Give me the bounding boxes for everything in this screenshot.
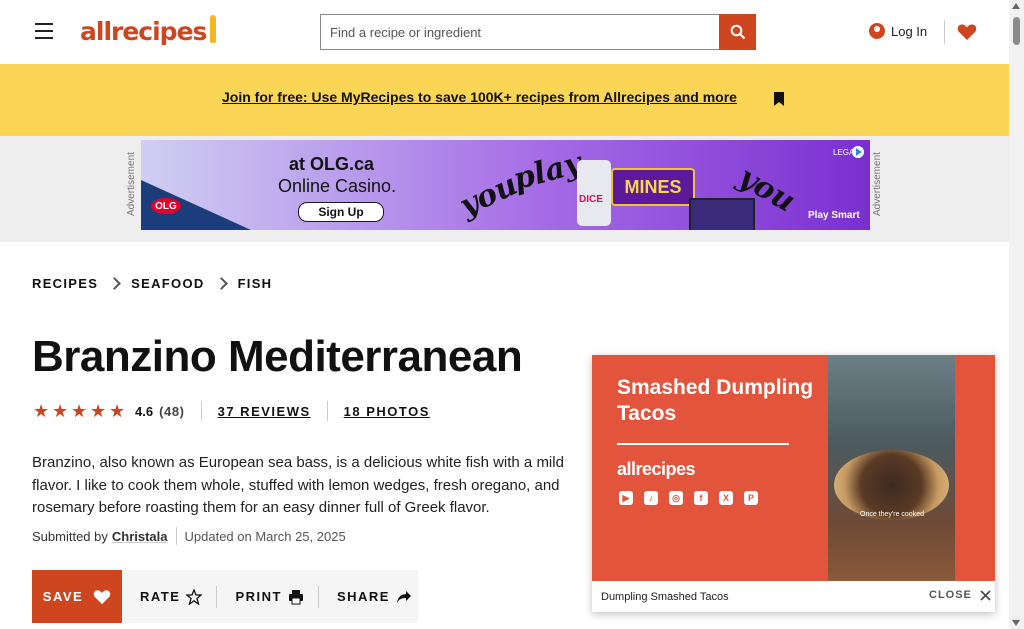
heart-icon [957,24,977,40]
star-icon: ★ [90,401,107,421]
half-star-icon: ★ [109,401,126,421]
menu-icon[interactable] [30,18,58,44]
tablet-graphic [689,198,755,230]
scrollbar-thumb[interactable] [1013,17,1020,45]
youtube-icon: ▶ [619,491,633,505]
photos-link[interactable]: 18 PHOTOS [344,404,430,419]
breadcrumb: Recipes Seafood Fish [32,276,272,291]
star-icon: ★ [52,401,69,421]
logo-mark [210,15,217,43]
phone-graphic [577,160,611,226]
byline: Submitted by Christala Updated on March … [32,527,346,545]
video-close-button[interactable]: CLOSE [929,589,991,601]
advertisement[interactable]: OLG at OLG.ca Online Casino. Sign Up you… [141,140,870,230]
reviews-link[interactable]: 37 REVIEWS [218,404,311,419]
video-frame [828,355,955,581]
facebook-icon: f [694,491,708,505]
ad-word-play: play [509,145,586,198]
close-label: CLOSE [929,589,972,601]
ad-dice-label: DICE [579,194,603,205]
share-arrow-icon [396,590,411,603]
divider [317,585,319,608]
video-player[interactable]: Smashed Dumpling Tacos allrecipes ▶ ♪ ◎ … [592,355,995,612]
divider [326,401,328,421]
updated-date: Updated on March 25, 2025 [184,528,346,544]
printer-icon [288,589,303,604]
author-link[interactable]: Christala [112,529,168,544]
close-icon [980,589,991,601]
login-label: Log In [891,23,928,39]
save-button[interactable]: SAVE [32,570,122,623]
video-caption: Dumpling Smashed Tacos [601,591,729,603]
divider [200,401,202,421]
ad-label-right: Advertisement [872,152,883,216]
video-subtitle: Once they're cooked [860,511,924,518]
tiktok-icon: ♪ [644,491,658,505]
scroll-up-arrow[interactable] [1012,3,1020,9]
video-title-card: Smashed Dumpling Tacos allrecipes ▶ ♪ ◎ … [592,355,828,581]
ad-mines-label: MINES [611,168,695,206]
print-button[interactable]: PRINT [235,589,304,605]
pinterest-icon: P [744,491,758,505]
logo-text: allrecipes [80,16,207,46]
heart-icon [94,589,111,604]
breadcrumb-recipes[interactable]: Recipes [32,276,98,291]
breadcrumb-fish[interactable]: Fish [238,276,273,291]
promo-link[interactable]: Join for free: Use MyRecipes to save 100… [222,89,737,105]
search-icon [730,24,745,40]
divider [175,527,177,545]
video-edge [955,355,995,581]
search-button[interactable] [719,14,756,50]
search-input[interactable] [320,14,719,50]
submitted-by-label: Submitted by [32,528,108,544]
taco-image [834,450,949,520]
save-label: SAVE [42,589,84,604]
rate-button[interactable]: RATE [140,588,203,605]
login-link[interactable]: Log In [869,19,927,43]
share-button[interactable]: SHARE [337,589,412,604]
site-header: allrecipes Log In [0,0,1009,65]
recipe-actions: SAVE RATE PRINT SHARE [32,570,418,623]
promo-banner: Join for free: Use MyRecipes to save 100… [0,64,1009,136]
breadcrumb-seafood[interactable]: Seafood [131,276,204,291]
ad-tagline: Play Smart [808,210,860,221]
star-outline-icon [186,588,203,605]
bookmark-icon [774,92,784,106]
social-icons: ▶ ♪ ◎ f X P [619,491,758,505]
allrecipes-logo[interactable]: allrecipes [80,14,217,48]
rating-row: ★ ★ ★ ★ ★ 4.6 (48) 37 REVIEWS 18 PHOTOS [33,401,430,421]
ad-line-2: Online Casino. [278,176,397,196]
print-label: PRINT [235,589,282,604]
x-icon: X [719,491,733,505]
video-title: Smashed Dumpling Tacos [617,376,814,425]
share-label: SHARE [336,589,390,604]
user-icon [869,23,885,39]
instagram-icon: ◎ [669,491,683,505]
star-icon: ★ [71,401,88,421]
page-title: Branzino Mediterranean [32,332,523,381]
chevron-right-icon [214,277,228,290]
star-icon: ★ [33,401,50,421]
ad-signup-button[interactable]: Sign Up [298,202,384,222]
adchoices-icon[interactable] [851,145,865,159]
video-logo: allrecipes [617,459,696,479]
star-rating[interactable]: ★ ★ ★ ★ ★ [33,402,127,420]
saved-recipes-button[interactable] [956,20,978,44]
scrollbar[interactable] [1009,0,1024,629]
olg-logo: OLG [151,198,181,214]
scroll-down-arrow[interactable] [1012,620,1020,626]
chevron-right-icon [108,277,122,290]
divider [617,443,789,445]
recipe-description: Branzino, also known as European sea bas… [32,454,564,516]
promo-dismiss-button[interactable] [770,86,788,112]
ad-label-left: Advertisement [126,152,137,216]
ad-line-1: at OLG.ca [289,154,375,174]
rating-value: 4.6 [135,403,154,419]
search-bar [320,14,756,50]
divider [944,20,945,44]
rating-count: (48) [159,403,185,419]
divider [216,585,218,608]
rate-label: RATE [140,589,181,604]
